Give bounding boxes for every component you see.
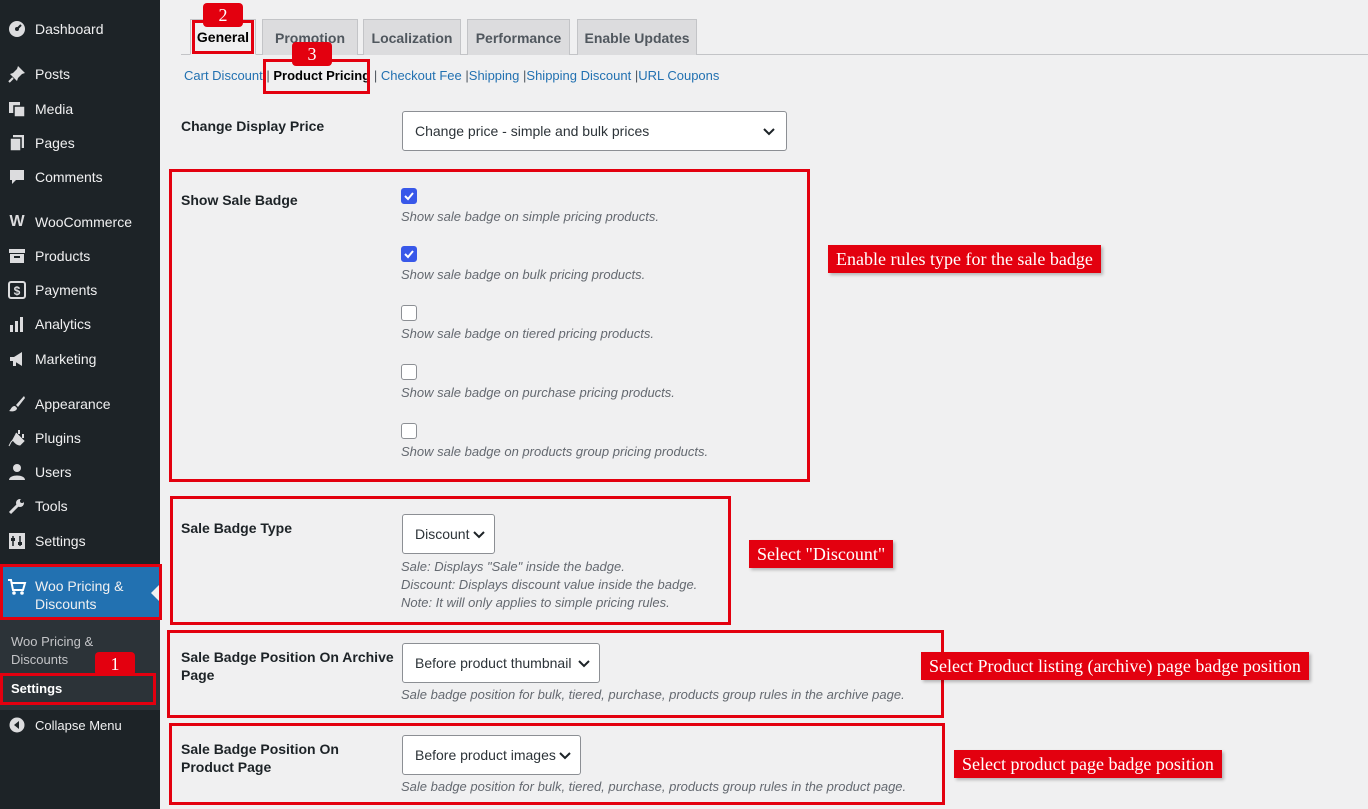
menu-tools[interactable]: Tools [0, 491, 160, 521]
highlight-product-position [169, 723, 945, 805]
plug-icon [7, 428, 27, 448]
step-number: 1 [95, 652, 135, 676]
tab-performance[interactable]: Performance [467, 19, 570, 55]
tab-enable-updates[interactable]: Enable Updates [577, 19, 697, 55]
menu-settings[interactable]: Settings [0, 526, 160, 556]
menu-marketing[interactable]: Marketing [0, 344, 160, 374]
pages-icon [7, 133, 27, 153]
subtab-separator: | [373, 68, 378, 83]
megaphone-icon [7, 349, 27, 369]
menu-woocommerce[interactable]: W WooCommerce [0, 207, 160, 237]
menu-label: Appearance [35, 396, 111, 412]
comment-icon [7, 167, 27, 187]
brush-icon [7, 394, 27, 414]
media-icon [7, 99, 27, 119]
collapse-icon [7, 715, 27, 735]
menu-label: Settings [35, 533, 86, 549]
subtab-shipping-discount[interactable]: Shipping Discount [526, 68, 631, 83]
menu-plugins[interactable]: Plugins [0, 423, 160, 453]
menu-label: Products [35, 248, 91, 264]
menu-label: Collapse Menu [35, 717, 122, 733]
menu-media[interactable]: Media [0, 94, 160, 124]
user-icon [7, 462, 27, 482]
dashboard-icon [7, 19, 27, 39]
highlight-badge-type [170, 496, 731, 625]
svg-text:$: $ [14, 284, 21, 298]
display-price-select[interactable]: Change price - simple and bulk prices [402, 111, 787, 151]
callout-product: Select product page badge position [954, 750, 1222, 778]
highlight-settings-submenu [0, 673, 156, 705]
subtab-cart-discount[interactable]: Cart Discount [184, 68, 263, 83]
menu-label: Payments [35, 282, 98, 298]
woocommerce-icon: W [9, 213, 25, 230]
collapse-menu-button[interactable]: Collapse Menu [0, 710, 160, 740]
menu-appearance[interactable]: Appearance [0, 389, 160, 419]
highlight-archive-position [167, 630, 944, 718]
select-value: Change price - simple and bulk prices [415, 123, 650, 139]
menu-label: Analytics [35, 316, 92, 332]
tab-localization[interactable]: Localization [363, 19, 461, 55]
menu-label: Tools [35, 498, 68, 514]
menu-products[interactable]: Products [0, 241, 160, 271]
submenu-item-woo-pricing[interactable]: Woo Pricing & Discounts [11, 633, 93, 669]
highlight-sale-badge-options [169, 169, 810, 482]
menu-posts[interactable]: Posts [0, 59, 160, 89]
menu-label: Media [35, 101, 74, 117]
step-number: 3 [292, 42, 332, 66]
menu-label: WooCommerce [35, 214, 132, 230]
menu-label: Comments [35, 169, 103, 185]
menu-dashboard[interactable]: Dashboard [0, 14, 160, 44]
menu-label: Dashboard [35, 21, 104, 37]
menu-pages[interactable]: Pages [0, 128, 160, 158]
submenu-label-line2: Discounts [11, 652, 69, 667]
menu-comments[interactable]: Comments [0, 162, 160, 192]
menu-label: Pages [35, 135, 75, 151]
subtab-url-coupons[interactable]: URL Coupons [638, 68, 719, 83]
subtab-shipping[interactable]: Shipping [469, 68, 520, 83]
callout-badge-rules: Enable rules type for the sale badge [828, 245, 1101, 273]
highlight-woo-menu [0, 564, 162, 620]
menu-analytics[interactable]: Analytics [0, 309, 160, 339]
archive-icon [7, 246, 27, 266]
callout-discount: Select "Discount" [749, 540, 894, 568]
chevron-down-icon [763, 128, 775, 136]
menu-label: Posts [35, 66, 71, 82]
wrench-icon [7, 496, 27, 516]
tabs-baseline [181, 54, 1368, 55]
settings-icon [7, 531, 27, 551]
callout-archive: Select Product listing (archive) page ba… [921, 652, 1309, 680]
menu-label: Users [35, 464, 72, 480]
display-price-label: Change Display Price [181, 118, 325, 134]
step-number: 2 [203, 3, 243, 27]
payments-icon: $ [7, 280, 27, 300]
pin-icon [7, 64, 27, 84]
menu-users[interactable]: Users [0, 457, 160, 487]
menu-label: Marketing [35, 351, 97, 367]
submenu-label-line1: Woo Pricing & [11, 634, 94, 649]
subtab-checkout-fee[interactable]: Checkout Fee [381, 68, 462, 83]
bar-chart-icon [7, 314, 27, 334]
menu-payments[interactable]: $ Payments [0, 275, 160, 305]
menu-label: Plugins [35, 430, 81, 446]
